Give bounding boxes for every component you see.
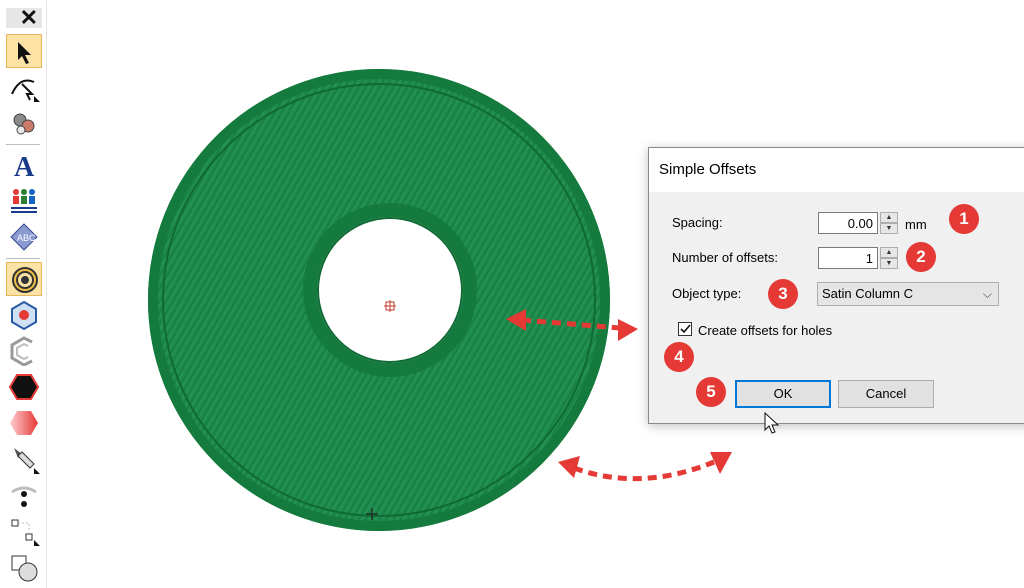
- fill-hexagon-icon: [8, 374, 40, 400]
- spacing-label: Spacing:: [672, 215, 723, 230]
- team-names-tool-button[interactable]: [6, 184, 42, 218]
- embroidery-ring-design[interactable]: [148, 69, 610, 531]
- offsets-up-icon[interactable]: ▲: [880, 247, 898, 258]
- outline-icon: [11, 300, 37, 330]
- monogram-tool-button[interactable]: ABC: [6, 220, 42, 254]
- annotation-badge-4: 4: [664, 342, 694, 372]
- reshape-tool-button[interactable]: [6, 70, 42, 104]
- annotation-badge-5: 5: [696, 377, 726, 407]
- stitch-point-icon: [11, 486, 37, 507]
- partial-outline-tool-button[interactable]: [6, 334, 42, 368]
- object-type-label: Object type:: [672, 286, 742, 301]
- number-of-offsets-input[interactable]: 1: [818, 247, 878, 269]
- create-offsets-holes-label[interactable]: Create offsets for holes: [698, 323, 832, 338]
- offsets-down-icon[interactable]: ▼: [880, 258, 898, 269]
- cancel-button[interactable]: Cancel: [838, 380, 934, 408]
- shape-tool-button[interactable]: [6, 550, 42, 584]
- checkmark-icon: [680, 324, 691, 334]
- number-of-offsets-label: Number of offsets:: [672, 250, 778, 265]
- fill-tool-button[interactable]: [6, 370, 42, 404]
- tool-palette: ✕ A ABC: [0, 0, 47, 588]
- select-tool-button[interactable]: [6, 34, 42, 68]
- mouse-cursor-icon: [764, 412, 780, 434]
- chevron-down-icon: ⌵: [982, 287, 992, 301]
- color-picker-icon: [13, 113, 35, 135]
- stitch-point-tool-button[interactable]: [6, 478, 42, 512]
- gradient-fill-tool-button[interactable]: [6, 406, 42, 440]
- svg-text:ABC: ABC: [17, 233, 36, 243]
- spacing-down-icon[interactable]: ▼: [880, 223, 898, 234]
- dialog-title: Simple Offsets: [649, 148, 1024, 192]
- pen-tool-icon: [14, 448, 40, 474]
- toolbar-divider: [6, 144, 40, 145]
- partial-outline-icon: [10, 336, 33, 366]
- node-edit-tool-button[interactable]: [6, 514, 42, 548]
- simple-offsets-icon: [12, 267, 38, 293]
- annotation-badge-2: 2: [906, 242, 936, 272]
- team-names-icon: [11, 189, 37, 213]
- outline-tool-button[interactable]: [6, 298, 42, 332]
- pen-tool-button[interactable]: [6, 442, 42, 476]
- object-type-select[interactable]: Satin Column C ⌵: [817, 282, 999, 306]
- lettering-tool-button[interactable]: A: [6, 148, 42, 182]
- center-crosshair-icon: [384, 300, 396, 312]
- reshape-icon: [11, 79, 40, 102]
- node-edit-icon: [11, 519, 40, 546]
- offsets-stepper[interactable]: ▲ ▼: [880, 247, 898, 269]
- spacing-up-icon[interactable]: ▲: [880, 212, 898, 223]
- create-offsets-holes-checkbox[interactable]: [678, 322, 692, 336]
- color-tool-button[interactable]: [6, 106, 42, 140]
- simple-offsets-tool-button[interactable]: [6, 262, 42, 296]
- spacing-unit: mm: [905, 217, 927, 232]
- gradient-fill-icon: [10, 411, 38, 435]
- spacing-stepper[interactable]: ▲ ▼: [880, 212, 898, 234]
- annotation-arrow-offset: [558, 452, 732, 482]
- toolbar-divider: [6, 258, 40, 259]
- annotation-badge-3: 3: [768, 279, 798, 309]
- shape-icon: [11, 555, 38, 582]
- object-type-value: Satin Column C: [822, 286, 914, 301]
- lettering-icon: A: [14, 152, 35, 180]
- select-arrow-icon: [18, 42, 31, 64]
- close-palette-button[interactable]: ✕: [6, 7, 42, 29]
- spacing-input[interactable]: 0.00: [818, 212, 878, 234]
- svg-text:A: A: [14, 152, 35, 180]
- annotation-badge-1: 1: [949, 204, 979, 234]
- ok-button[interactable]: OK: [735, 380, 831, 408]
- monogram-icon: ABC: [10, 223, 38, 251]
